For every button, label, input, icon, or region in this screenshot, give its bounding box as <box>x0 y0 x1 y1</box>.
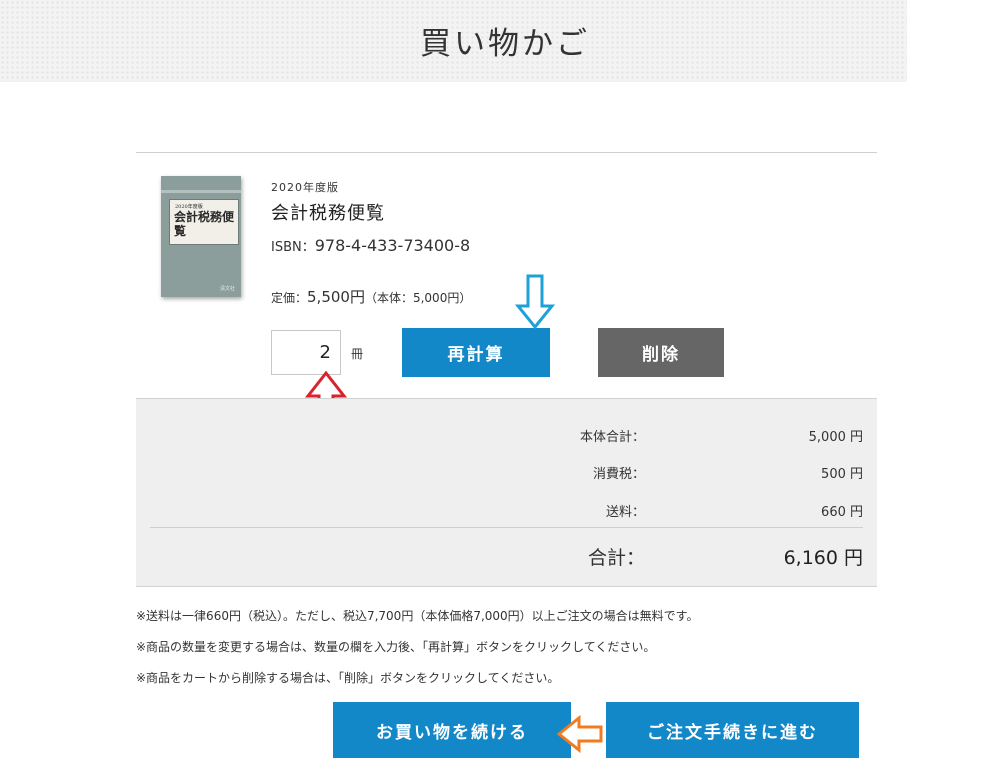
isbn-row: ISBN：978-4-433-73400-8 <box>271 236 470 255</box>
summary-divider <box>150 527 863 528</box>
total-value: 6,160 円 <box>783 547 863 569</box>
book-cover-image[interactable]: 2020年度版 会計税務便覧 清文社 <box>161 176 241 297</box>
arrow-left-annotation-icon <box>556 714 603 754</box>
checkout-button[interactable]: ご注文手続きに進む <box>606 702 859 758</box>
arrow-down-annotation-icon <box>515 274 555 330</box>
book-title[interactable]: 会計税務便覧 <box>271 199 385 225</box>
delete-button[interactable]: 削除 <box>598 328 724 377</box>
tax-label: 消費税： <box>592 467 645 482</box>
subtotal-value: 5,000 円 <box>808 430 863 445</box>
continue-shopping-button[interactable]: お買い物を続ける <box>333 702 571 758</box>
price-note: （本体：5,000円） <box>364 291 472 305</box>
cover-stripe <box>161 190 241 193</box>
subtotal-label: 本体合計： <box>579 430 645 445</box>
isbn-value: 978-4-433-73400-8 <box>314 236 471 255</box>
cover-edition: 2020年度版 <box>175 204 203 210</box>
total-label: 合計： <box>587 547 645 569</box>
order-summary: 本体合計： 5,000 円 消費税： 500 円 送料： 660 円 合計： 6… <box>136 398 877 587</box>
cover-label-panel: 2020年度版 会計税務便覧 <box>169 199 239 245</box>
book-edition: 2020年度版 <box>271 181 339 194</box>
divider <box>136 152 877 153</box>
quantity-unit: 冊 <box>351 347 364 361</box>
note-quantity: ※商品の数量を変更する場合は、数量の欄を入力後、「再計算」ボタンをクリックしてく… <box>136 640 656 654</box>
quantity-input[interactable] <box>271 330 341 375</box>
price-value: 5,500円 <box>307 288 365 306</box>
cover-title: 会計税務便覧 <box>174 210 235 238</box>
shipping-label: 送料： <box>605 505 645 520</box>
price-row: 定価：5,500円（本体：5,000円） <box>271 286 471 307</box>
tax-value: 500 円 <box>821 467 863 482</box>
recalculate-button[interactable]: 再計算 <box>402 328 550 377</box>
isbn-label: ISBN： <box>271 240 315 255</box>
cover-publisher: 清文社 <box>219 286 235 292</box>
shipping-value: 660 円 <box>821 505 863 520</box>
note-shipping: ※送料は一律660円（税込）。ただし、税込7,700円（本体価格7,000円）以… <box>136 609 699 623</box>
price-label: 定価： <box>271 291 308 305</box>
note-delete: ※商品をカートから削除する場合は、「削除」ボタンをクリックしてください。 <box>136 671 560 685</box>
page-title: 買い物かご <box>420 26 590 62</box>
